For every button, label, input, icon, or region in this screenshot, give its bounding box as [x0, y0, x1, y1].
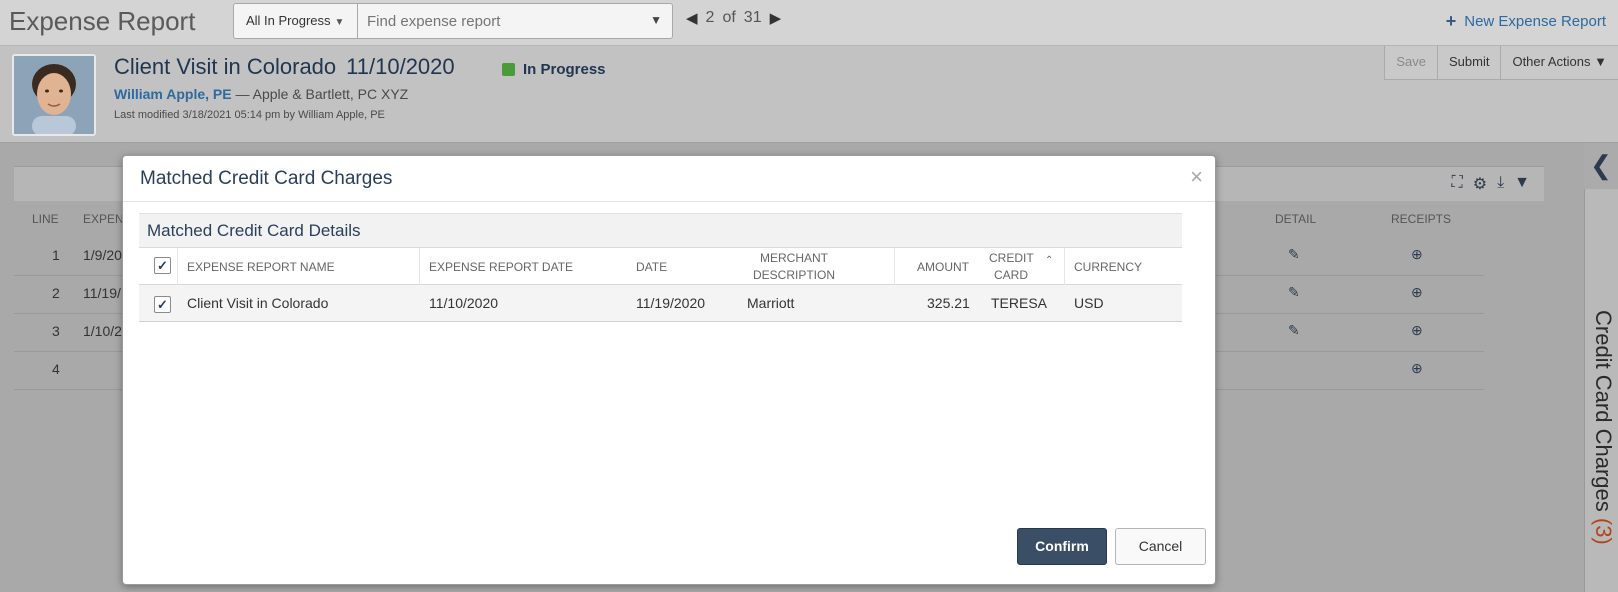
edit-detail-icon[interactable]: ✎ [1288, 284, 1300, 301]
column-header-line: LINE [32, 212, 59, 226]
expense-date: 1/9/20 [83, 247, 122, 263]
add-detail-icon[interactable]: ✎ [1288, 322, 1300, 339]
line-number: 1 [52, 247, 60, 263]
column-header-receipts: RECEIPTS [1391, 212, 1452, 226]
chevron-left-icon[interactable]: ❮ [1584, 143, 1618, 189]
status-text: In Progress [523, 61, 606, 78]
cancel-button[interactable]: Cancel [1115, 528, 1206, 565]
sort-ascending-icon[interactable]: ⌃ [1045, 252, 1053, 269]
attach-receipt-icon[interactable]: ⊕ [1411, 246, 1423, 263]
expense-date: 1/10/2 [83, 323, 122, 339]
matched-details-section: Matched Credit Card Details ✓ EXPENSE RE… [139, 213, 1182, 322]
next-record-icon[interactable]: ▶ [770, 9, 782, 27]
pager-of: of [722, 9, 736, 26]
column-divider [177, 248, 178, 285]
search-input[interactable] [358, 4, 672, 38]
column-header-merchant[interactable]: MERCHANT DESCRIPTION [744, 250, 844, 284]
close-icon[interactable]: × [1190, 164, 1203, 190]
new-expense-report-label: New Expense Report [1464, 13, 1606, 30]
cell-date: 11/19/2020 [636, 295, 706, 311]
other-actions-button[interactable]: Other Actions ▼ [1501, 46, 1618, 79]
column-header-merchant-line2: DESCRIPTION [752, 268, 835, 282]
app-title: Expense Report [9, 6, 196, 36]
other-actions-label: Other Actions [1512, 54, 1591, 69]
status-filter-label: All In Progress [246, 13, 331, 28]
modal-title: Matched Credit Card Charges [140, 168, 393, 189]
section-title: Matched Credit Card Details [139, 213, 1182, 248]
side-panel-label[interactable]: Credit Card Charges (3) [1588, 310, 1616, 545]
attach-receipt-icon[interactable]: ⊕ [1411, 360, 1423, 377]
side-panel-title: Credit Card Charges [1591, 310, 1616, 512]
status-filter-select[interactable]: All In Progress ▼ [234, 4, 358, 38]
side-panel-count: (3) [1591, 517, 1616, 545]
last-modified: Last modified 3/18/2021 05:14 pm by Will… [114, 109, 385, 121]
matched-charges-modal: Matched Credit Card Charges × Matched Cr… [122, 155, 1216, 585]
attach-receipt-icon[interactable]: ⊕ [1411, 322, 1423, 339]
caret-down-icon: ▼ [334, 17, 345, 28]
expand-icon[interactable]: ⛶ [1452, 174, 1463, 194]
cell-amount: 325.21 [927, 295, 970, 311]
line-number: 4 [52, 361, 60, 377]
owner-link[interactable]: William Apple, PE [114, 86, 232, 102]
grid-header: ✓ EXPENSE REPORT NAME EXPENSE REPORT DAT… [139, 248, 1182, 285]
expense-date: 11/19/ [83, 285, 121, 301]
column-header-card-line2: CARD [993, 268, 1028, 282]
report-search-box: All In Progress▼ ▼ [233, 3, 673, 39]
select-all-checkbox[interactable]: ✓ [154, 257, 171, 274]
column-header-report-name[interactable]: EXPENSE REPORT NAME [187, 259, 335, 276]
column-header-report-date[interactable]: EXPENSE REPORT DATE [429, 259, 573, 276]
prev-record-icon[interactable]: ◀ [686, 9, 698, 27]
company-name: — Apple & Bartlett, PC XYZ [235, 86, 409, 102]
attach-receipt-icon[interactable]: ⊕ [1411, 284, 1423, 301]
report-title-text: Client Visit in Colorado [114, 54, 337, 79]
avatar [12, 54, 96, 136]
confirm-button[interactable]: Confirm [1017, 528, 1107, 565]
pager: ◀ 2 of 31 ▶ [686, 9, 781, 27]
line-number: 2 [52, 285, 60, 301]
column-header-merchant-line1: MERCHANT [760, 251, 828, 265]
filter-icon[interactable]: ▼ [1514, 174, 1530, 194]
column-divider [894, 248, 895, 285]
download-icon[interactable]: ⤓ [1497, 174, 1504, 194]
cell-report-name: Client Visit in Colorado [187, 295, 329, 311]
column-header-credit-card[interactable]: CREDIT CARD [989, 250, 1034, 284]
cell-merchant: Marriott [747, 295, 795, 311]
status-dot-icon [502, 63, 515, 76]
column-divider [419, 248, 420, 285]
column-header-amount[interactable]: AMOUNT [917, 259, 969, 276]
gear-icon[interactable]: ⚙ [1473, 174, 1487, 194]
report-title: Client Visit in Colorado 11/10/2020 [114, 54, 455, 80]
column-header-currency[interactable]: CURRENCY [1074, 259, 1142, 276]
column-header-card-line1: CREDIT [989, 251, 1034, 265]
caret-down-icon: ▼ [1594, 54, 1607, 69]
table-row[interactable]: ✓ Client Visit in Colorado 11/10/2020 11… [139, 285, 1182, 322]
owner-line: William Apple, PE — Apple & Bartlett, PC… [114, 86, 408, 102]
table-tools: ⛶ ⚙ ⤓ ▼ [1452, 174, 1530, 194]
status-badge: In Progress [502, 61, 606, 78]
modal-header: Matched Credit Card Charges × [123, 156, 1215, 202]
cell-report-date: 11/10/2020 [429, 295, 499, 311]
new-expense-report-button[interactable]: + New Expense Report [1446, 11, 1606, 32]
top-bar: Expense Report All In Progress▼ ▼ ◀ 2 of… [0, 0, 1618, 46]
search-dropdown-icon[interactable]: ▼ [650, 13, 662, 27]
pager-total: 31 [743, 9, 762, 26]
cell-currency: USD [1074, 295, 1104, 311]
row-checkbox[interactable]: ✓ [154, 296, 171, 313]
record-header: Client Visit in Colorado 11/10/2020 In Pr… [0, 46, 1618, 143]
column-header-date[interactable]: DATE [636, 259, 667, 276]
column-header-detail: DETAIL [1275, 212, 1317, 226]
save-button[interactable]: Save [1385, 46, 1438, 79]
submit-button[interactable]: Submit [1438, 46, 1502, 79]
line-number: 3 [52, 323, 60, 339]
plus-icon: + [1445, 11, 1457, 31]
column-divider [1064, 248, 1065, 285]
record-actions: Save Submit Other Actions ▼ [1384, 46, 1618, 80]
cell-credit-card: TERESA [991, 295, 1048, 311]
column-header-expense: EXPEN [83, 212, 124, 226]
pager-current: 2 [705, 9, 715, 26]
add-detail-icon[interactable]: ✎ [1288, 246, 1300, 263]
report-date: 11/10/2020 [346, 54, 455, 79]
